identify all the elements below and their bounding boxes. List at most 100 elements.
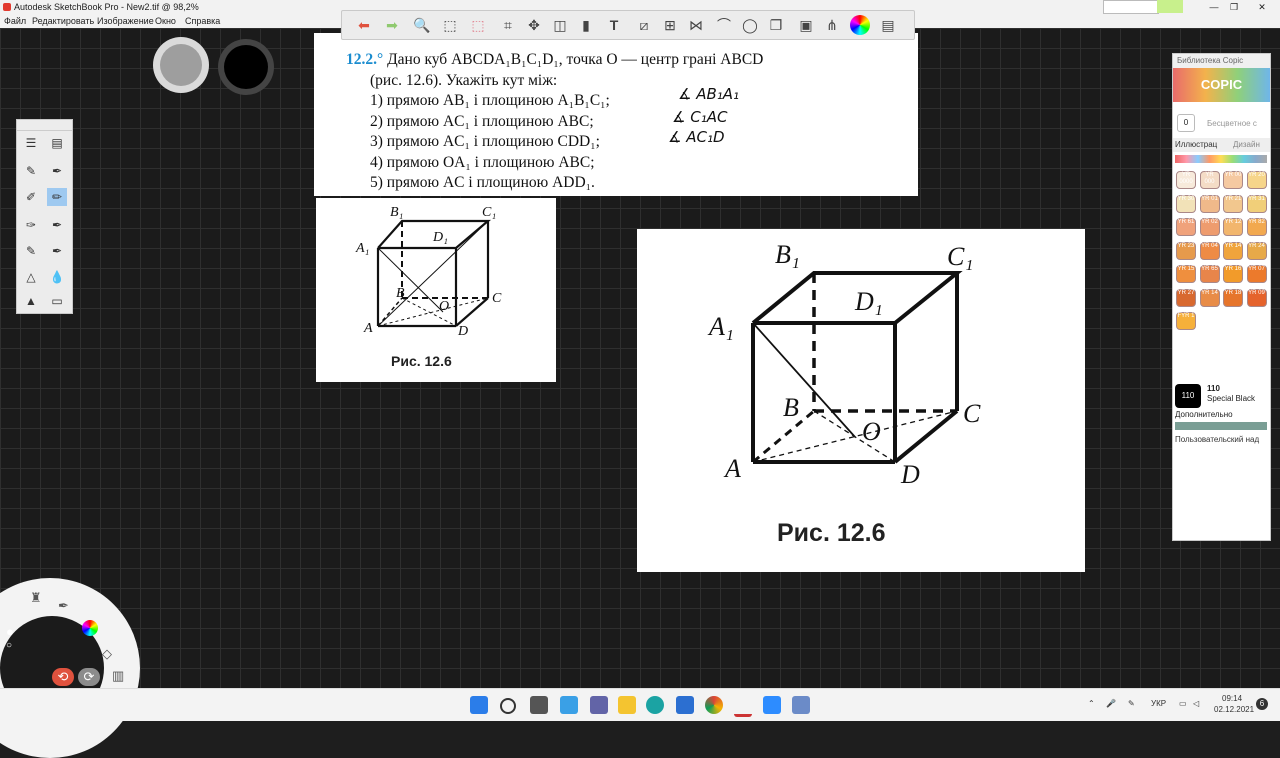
- copic-swatch[interactable]: YR 07: [1246, 265, 1267, 283]
- volume-icon[interactable]: ◁: [1193, 699, 1199, 708]
- copic-swatch[interactable]: YR 23: [1176, 241, 1196, 260]
- brush-icon[interactable]: ✑: [21, 216, 41, 234]
- zoom-app-icon[interactable]: [763, 696, 781, 714]
- copy-icon[interactable]: ▣: [796, 15, 816, 35]
- copic-swatch[interactable]: YR 21: [1223, 194, 1243, 213]
- curve-icon[interactable]: ⌒: [714, 15, 734, 35]
- menu-image[interactable]: Изображение: [97, 16, 154, 26]
- menu-help[interactable]: Справка: [185, 16, 220, 26]
- copic-swatch[interactable]: YR 31: [1246, 194, 1267, 213]
- tab-design[interactable]: Дизайн: [1233, 140, 1260, 149]
- menu-edit[interactable]: Редактировать: [32, 16, 94, 26]
- more-options-link[interactable]: Дополнительно: [1175, 410, 1233, 419]
- chisel-icon[interactable]: ✒: [47, 216, 67, 234]
- copic-swatch[interactable]: YR 61: [1176, 218, 1196, 236]
- copic-swatch[interactable]: YR 20: [1246, 171, 1267, 189]
- copic-swatch[interactable]: YR 16: [1223, 265, 1243, 283]
- fill-icon[interactable]: ▮: [576, 15, 596, 35]
- pen-icon[interactable]: ✎: [1128, 699, 1135, 708]
- color-wheel-icon[interactable]: [850, 15, 870, 35]
- brush-library-icon[interactable]: ▤: [47, 134, 67, 152]
- lagoon-undo-icon[interactable]: ⟲: [52, 668, 74, 686]
- start-icon[interactable]: [470, 696, 488, 714]
- color-slider[interactable]: [1175, 422, 1267, 430]
- tray-chevron-icon[interactable]: ⌃: [1088, 699, 1095, 708]
- brush-puck-size[interactable]: [153, 37, 209, 93]
- distort-icon[interactable]: ◫: [550, 15, 570, 35]
- lagoon-layers-icon[interactable]: ▥: [112, 668, 124, 684]
- copic-swatch[interactable]: YR 14: [1223, 241, 1243, 260]
- network-icon[interactable]: ▭: [1179, 699, 1187, 708]
- lagoon-color-icon[interactable]: [82, 620, 98, 636]
- lasso-icon[interactable]: ⬚: [468, 15, 488, 35]
- clock-date[interactable]: 02.12.2021: [1214, 705, 1254, 714]
- tab-illustration[interactable]: Иллюстрац: [1175, 140, 1217, 149]
- language-indicator[interactable]: УКР: [1151, 699, 1166, 708]
- copic-swatch[interactable]: YR 18: [1223, 288, 1243, 307]
- blur-icon[interactable]: 💧: [47, 268, 67, 286]
- select-icon[interactable]: ⬚: [440, 15, 460, 35]
- selected-swatch[interactable]: 110: [1175, 384, 1201, 408]
- store-icon[interactable]: [676, 696, 694, 714]
- smudge-icon[interactable]: △: [21, 268, 41, 286]
- widgets-icon[interactable]: [560, 696, 578, 714]
- other-app-icon[interactable]: [792, 696, 810, 714]
- search-icon[interactable]: [500, 698, 516, 714]
- clock-time[interactable]: 09:14: [1222, 694, 1242, 703]
- ink-pen-icon[interactable]: ✒: [47, 162, 67, 180]
- copic-swatch[interactable]: YR 15: [1176, 265, 1196, 283]
- copic-swatch[interactable]: YR 02: [1199, 218, 1220, 236]
- eraser-icon[interactable]: ▭: [47, 292, 67, 310]
- edge-icon[interactable]: [646, 696, 664, 714]
- close-button[interactable]: ✕: [1240, 0, 1280, 14]
- perspective-icon[interactable]: ⊞: [660, 15, 680, 35]
- copic-swatch[interactable]: YR 27: [1176, 288, 1196, 307]
- lagoon-brush-icon[interactable]: ♜: [30, 590, 42, 606]
- file-explorer-icon[interactable]: [618, 696, 636, 714]
- menu-file[interactable]: Файл: [4, 16, 26, 26]
- menu-window[interactable]: Окно: [155, 16, 176, 26]
- lagoon-pen-icon[interactable]: ✒: [58, 598, 69, 614]
- brush-settings-icon[interactable]: ☰: [21, 134, 41, 152]
- ellipse-icon[interactable]: ◯: [740, 15, 760, 35]
- copic-swatch[interactable]: YR 65: [1199, 265, 1220, 283]
- copic-swatch[interactable]: YR 09: [1246, 288, 1267, 307]
- copic-swatch[interactable]: YR 14: [1199, 288, 1220, 307]
- lagoon-select-icon[interactable]: ◇: [102, 646, 112, 662]
- copic-swatch[interactable]: YR 30: [1176, 194, 1196, 213]
- teams-icon[interactable]: [590, 696, 608, 714]
- copic-swatch[interactable]: FYR 1: [1176, 312, 1196, 330]
- undo-icon[interactable]: ⬅: [354, 15, 374, 35]
- copic-icon[interactable]: ⋔: [822, 15, 842, 35]
- airbrush-icon[interactable]: ✏: [47, 188, 67, 206]
- transform-icon[interactable]: ✥: [524, 15, 544, 35]
- ruler-icon[interactable]: ⧄: [634, 15, 654, 35]
- mic-icon[interactable]: 🎤: [1106, 699, 1116, 708]
- drawing-canvas[interactable]: 12.2.° Дано куб ABCDA₁B₁C₁D₁, точка O — …: [0, 28, 1280, 758]
- copic-family-strip[interactable]: [1175, 155, 1267, 163]
- brushes-icon[interactable]: ▤: [878, 15, 898, 35]
- notification-badge[interactable]: 6: [1256, 698, 1268, 710]
- lagoon-lock-icon[interactable]: ●: [6, 624, 14, 639]
- zoom-icon[interactable]: 🔍: [412, 15, 432, 35]
- lagoon-redo-icon[interactable]: ⟳: [78, 668, 100, 686]
- crop-icon[interactable]: ⌗: [498, 15, 518, 35]
- copic-swatch[interactable]: YR 0000: [1176, 171, 1196, 189]
- colorless-blender-icon[interactable]: 0: [1177, 114, 1195, 132]
- task-view-icon[interactable]: [530, 696, 548, 714]
- copic-swatch[interactable]: YR 04: [1199, 241, 1220, 260]
- copic-swatch[interactable]: YR 00: [1223, 171, 1243, 189]
- pencil-icon[interactable]: ✎: [21, 162, 41, 180]
- copic-swatch[interactable]: YR 24: [1246, 241, 1267, 260]
- triangle-icon[interactable]: ▲: [21, 292, 41, 310]
- brush-puck-color[interactable]: [218, 39, 274, 95]
- copic-swatch[interactable]: YR 000: [1199, 171, 1220, 189]
- text-icon[interactable]: T: [604, 15, 624, 35]
- custom-palette-label[interactable]: Пользовательский над: [1175, 435, 1259, 444]
- sketchbook-icon[interactable]: [734, 696, 752, 717]
- nib-icon[interactable]: ✒: [47, 242, 67, 260]
- felt-pen-icon[interactable]: ✎: [21, 242, 41, 260]
- layers-icon[interactable]: ❐: [766, 15, 786, 35]
- lagoon-dot-icon[interactable]: ○: [6, 640, 12, 651]
- marker-icon[interactable]: ✐: [21, 188, 41, 206]
